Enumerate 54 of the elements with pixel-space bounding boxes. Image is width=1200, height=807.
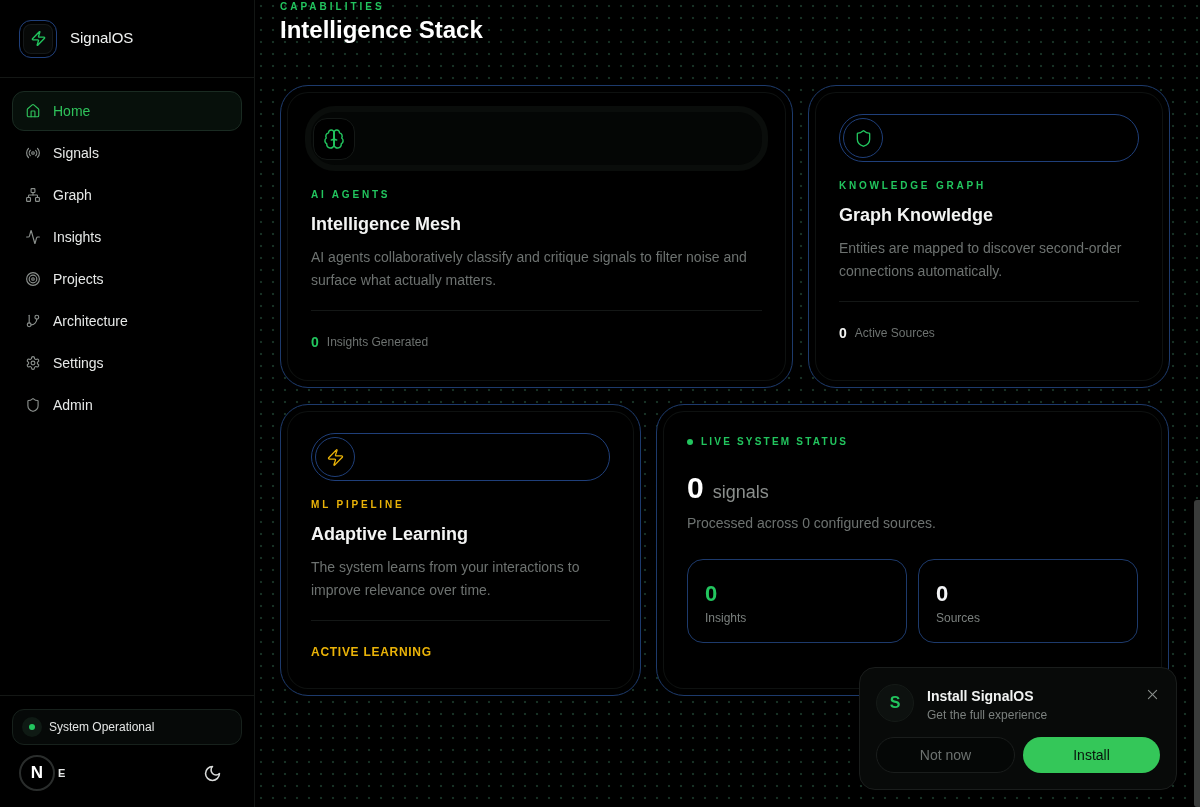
stat-label: Active Sources (854, 325, 935, 342)
nav-item[interactable]: Admin (12, 385, 242, 425)
stat-label: Insights (705, 610, 748, 626)
prompt-subtitle: Get the full experience (927, 707, 1049, 723)
avatar[interactable]: N (19, 755, 55, 791)
section-title: Intelligence Stack (280, 15, 484, 45)
scrollbar-thumb[interactable] (1194, 500, 1200, 807)
radio-waves-icon (26, 146, 40, 160)
nav-item[interactable]: Graph (12, 175, 242, 215)
home-icon (26, 104, 40, 118)
nav-item[interactable]: Settings (12, 343, 242, 383)
stat-value: 0 (311, 333, 319, 352)
stat-value: 0 (839, 324, 847, 343)
shield-icon (26, 398, 40, 412)
card-tag: KNOWLEDGE GRAPH (839, 180, 1139, 192)
stat-label: Insights Generated (326, 334, 429, 351)
prompt-title: Install SignalOS (927, 687, 1035, 705)
brain-icon (313, 117, 355, 160)
stat-value: 0 (936, 580, 950, 608)
stat-value: 0 (705, 580, 719, 608)
card-description: AI agents collaboratively classify and critique signals to filter noise and surface what actually matters. (311, 248, 748, 290)
card-description: Entities are mapped to discover second-order connections automatically. (839, 239, 1123, 281)
status-text: ACTIVE LEARNING (311, 644, 432, 661)
card-title: Intelligence Mesh (311, 213, 463, 236)
card-title: Graph Knowledge (839, 204, 994, 227)
app-avatar: S (876, 684, 914, 722)
bolt-icon (19, 19, 57, 58)
settings-icon (26, 356, 40, 370)
card-description: The system learns from your interactions to improve relevance over time. (311, 558, 581, 600)
signal-count: 0 (687, 471, 704, 505)
card-title: Adaptive Learning (311, 523, 470, 546)
signal-unit: signals (712, 481, 769, 504)
brand-name: SignalOS (70, 28, 134, 49)
dismiss-button[interactable]: Not now (876, 737, 1015, 773)
hierarchy-icon (26, 188, 40, 202)
nav-item[interactable]: Signals (12, 133, 242, 173)
user-label: E (58, 765, 66, 781)
section-eyebrow: CAPABILITIES (280, 1, 386, 13)
card-tag: ML PIPELINE (311, 499, 610, 511)
target-icon (26, 272, 40, 286)
theme-toggle[interactable] (203, 764, 221, 782)
status-label: System Operational (49, 719, 155, 736)
branch-icon (26, 314, 40, 328)
nav-item[interactable]: Home (12, 91, 242, 131)
nav-item[interactable]: Insights (12, 217, 242, 257)
moon-icon (203, 764, 221, 782)
card-tag: AI AGENTS (311, 189, 762, 201)
card-tag: LIVE SYSTEM STATUS (701, 436, 849, 448)
pulse-line-icon (26, 230, 40, 244)
install-button[interactable]: Install (1023, 737, 1160, 773)
card-description: Processed across 0 configured sources. (687, 514, 937, 533)
nav-item[interactable]: Architecture (12, 301, 242, 341)
nav-item[interactable]: Projects (12, 259, 242, 299)
stat-label: Sources (936, 610, 982, 626)
